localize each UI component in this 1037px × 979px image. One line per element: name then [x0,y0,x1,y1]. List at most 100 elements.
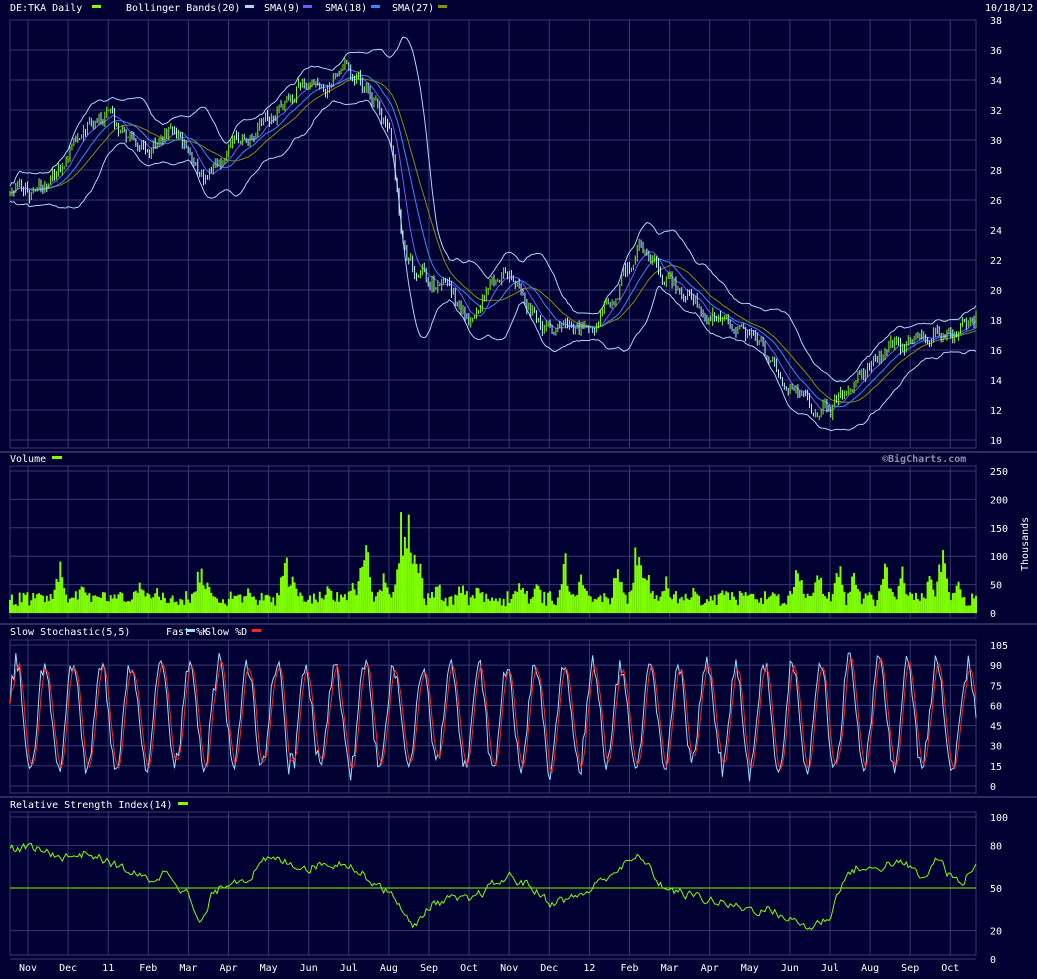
volume-bar [18,592,21,613]
volume-bar [537,585,540,613]
volume-bar [475,587,478,613]
volume-bar [709,596,712,613]
volume-bar [839,566,842,613]
x-tick-label: Jun [781,963,799,974]
volume-bar [643,578,646,613]
volume-bar [566,585,569,613]
volume-bar [28,605,31,613]
volume-bar [320,597,323,613]
volume-bar [616,569,619,613]
volume-bar [885,567,888,613]
volume-bar [802,593,805,613]
volume-bar [86,595,89,613]
volume-bar [678,598,681,613]
volume-bar [80,586,83,613]
volume-bar [179,598,182,613]
volume-bar [328,588,331,613]
volume-bar [804,597,807,613]
y-tick-label-price: 10 [990,436,1002,447]
volume-bar [862,598,865,613]
volume-bar [812,592,815,613]
volume-bar [707,601,710,613]
volume-bar [944,563,947,613]
volume-bar [496,601,499,613]
slowd-legend-swatch [252,629,261,632]
volume-bar [849,591,852,613]
volume-bar [343,594,346,613]
volume-bar [680,596,683,613]
y-tick-label-rsi: 20 [990,927,1002,938]
volume-bar [961,597,964,613]
volume-bar [330,590,333,613]
volume-bar [609,604,612,613]
volume-bar [640,565,643,613]
volume-bar [67,602,70,613]
volume-bar [262,600,265,613]
volume-bar [856,589,859,613]
volume-bar [767,597,770,613]
volume-bar [642,577,645,613]
y-tick-label-price: 36 [990,46,1002,57]
volume-bar [336,592,339,613]
volume-bar [36,594,39,613]
volume-bar [218,602,221,613]
sma18-label: SMA(18) [325,3,367,14]
volume-bar [190,593,193,613]
volume-bar [702,604,705,613]
volume-bar [800,580,803,613]
volume-bar [719,592,722,613]
volume-bar [878,591,881,613]
volume-bar [189,602,192,613]
volume-bar [793,586,796,613]
x-tick-label: Mar [179,963,197,974]
volume-bar [99,597,102,613]
volume-bar [65,594,68,613]
volume-bar [975,595,977,613]
y-tick-label-stoch: 0 [990,782,996,793]
volume-bar [547,592,550,613]
x-tick-label: Aug [380,963,398,974]
volume-bar [969,605,972,613]
volume-bar [729,599,732,613]
volume-bar [324,594,327,613]
volume-panel-title: Volume [10,454,46,465]
x-tick-label: Jun [300,963,318,974]
volume-bar [667,588,670,613]
volume-bar [357,581,360,613]
volume-bar [254,599,257,613]
volume-bar [454,594,457,613]
volume-bar [920,593,923,613]
volume-bar [843,591,846,613]
x-tick-label: Feb [620,963,638,974]
volume-bar [117,594,120,613]
volume-bar [326,586,329,613]
volume-bar [491,597,494,613]
volume-bar [98,596,101,613]
y-tick-label-price: 18 [990,316,1002,327]
volume-bar [365,545,368,613]
volume-bar [107,601,110,613]
volume-bar [686,598,689,613]
volume-bar [558,589,561,613]
volume-bar [192,592,195,613]
volume-bar [26,592,29,613]
volume-bar [657,600,660,613]
volume-bar [552,604,555,613]
volume-bar [522,587,525,613]
volume-bar [930,579,933,613]
volume-bar [427,593,430,613]
volume-bar [564,553,567,613]
volume-bar [562,563,565,613]
volume-bar [96,596,99,613]
volume-bar [810,595,813,613]
volume-bar [123,601,126,613]
volume-bar [297,596,300,613]
volume-bar [212,596,215,613]
volume-bar [340,594,343,613]
volume-bar [43,602,46,613]
volume-bar [431,591,434,613]
volume-bar [349,590,352,613]
volume-bar [932,589,935,613]
y-tick-label-price: 24 [990,226,1002,237]
volume-bar [94,595,97,613]
